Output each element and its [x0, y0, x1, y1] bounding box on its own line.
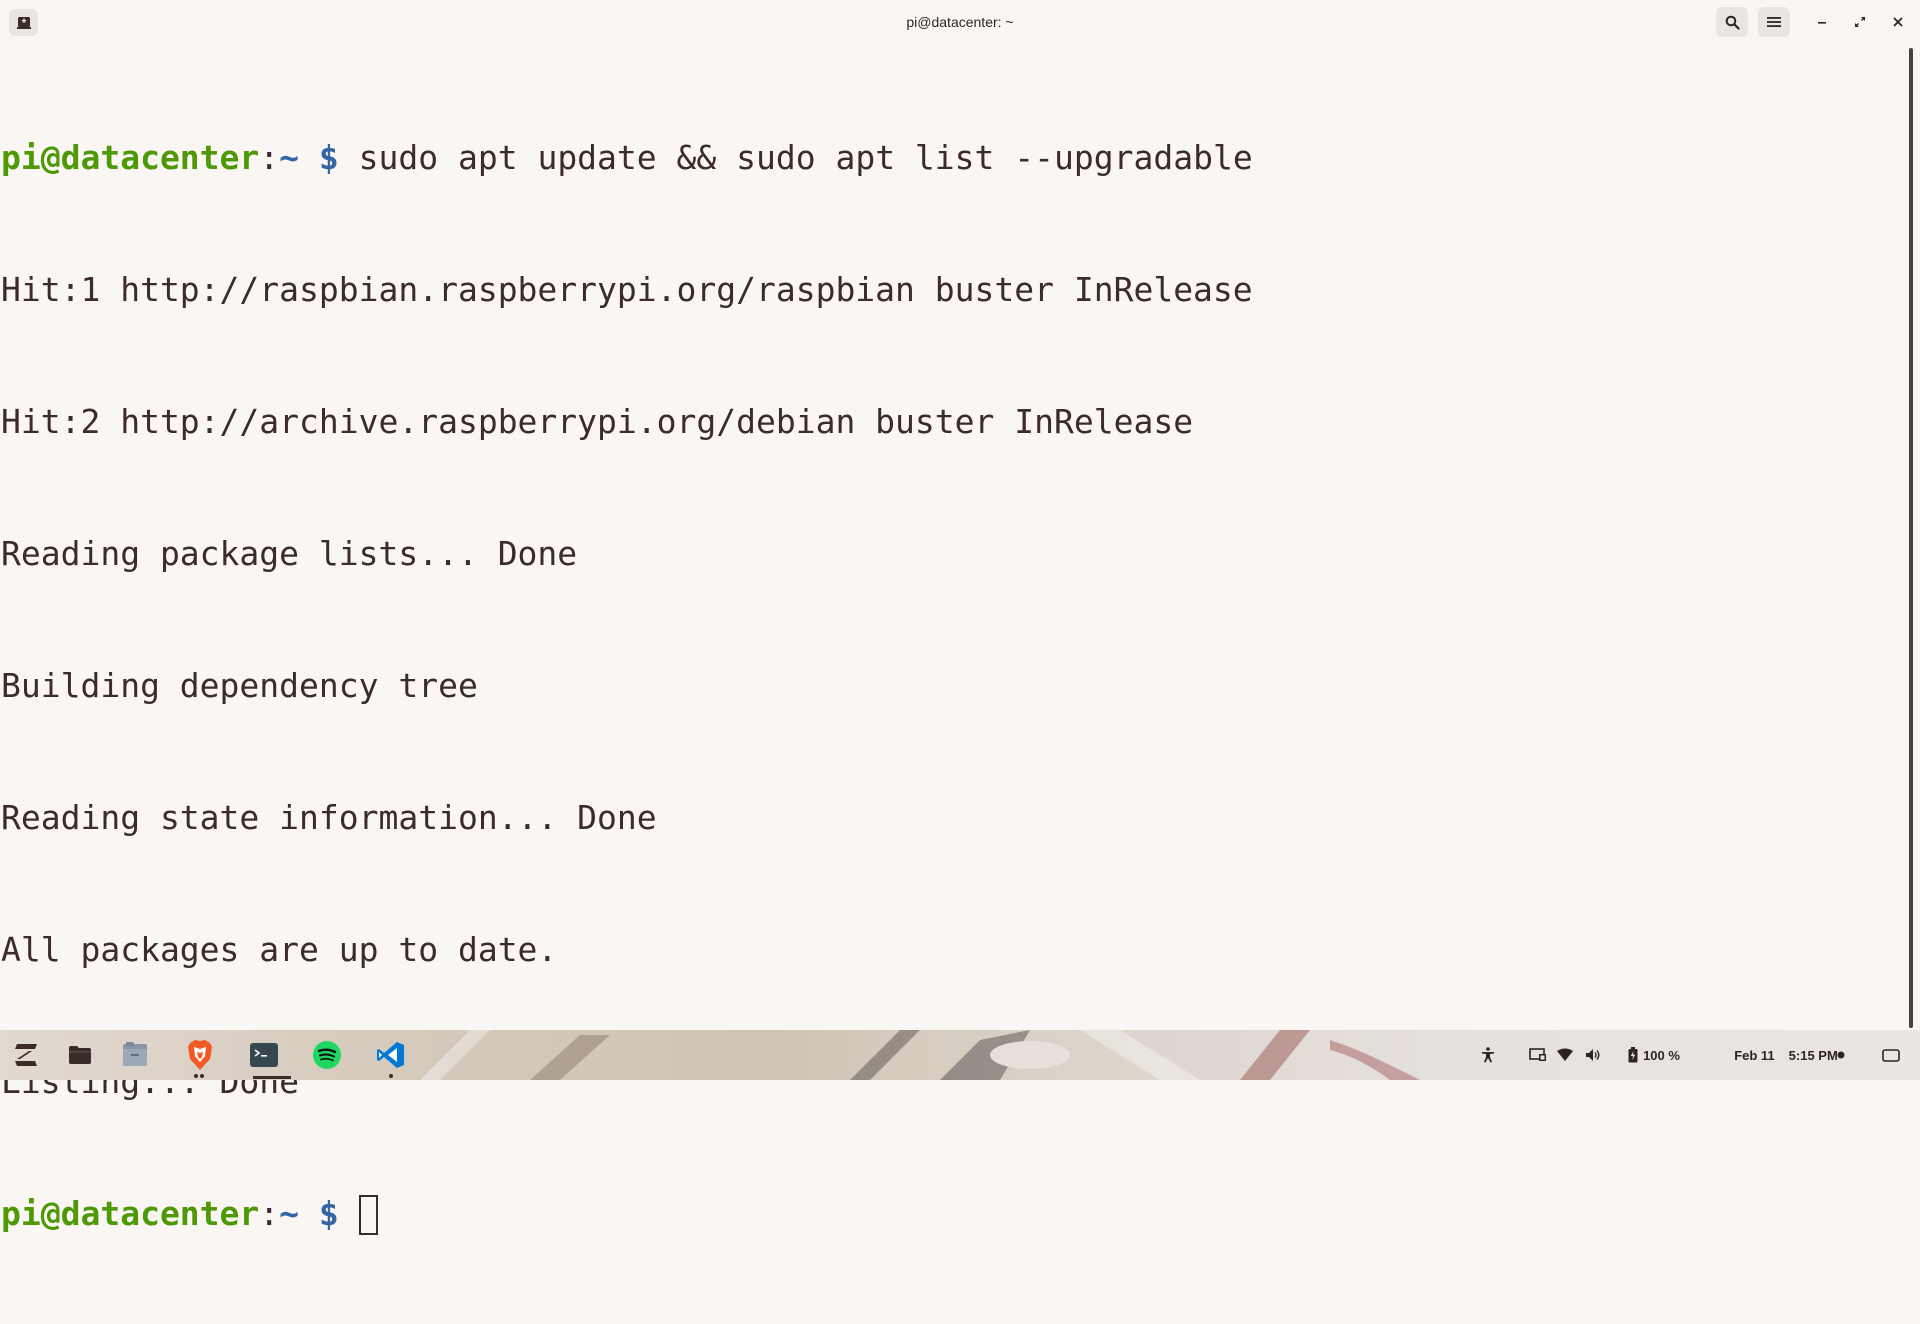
taskbar-vscode[interactable] [375, 1039, 407, 1071]
folder-icon [69, 1046, 91, 1064]
close-icon [1893, 17, 1903, 27]
output-line: Hit:2 http://archive.raspberrypi.org/deb… [1, 402, 1194, 441]
terminal-output: pi@datacenter:~ $ sudo apt update && sud… [1, 48, 1253, 1324]
prompt-path: ~ [279, 1194, 300, 1233]
file-manager-icon [123, 1042, 147, 1066]
vscode-icon [377, 1042, 404, 1068]
tray-volume[interactable] [1582, 1030, 1604, 1080]
output-line: Reading package lists... Done [1, 534, 578, 573]
active-app-indicator [253, 1076, 291, 1079]
taskbar-terminal[interactable] [248, 1039, 280, 1071]
search-icon [1725, 15, 1740, 30]
taskbar-spotify[interactable] [311, 1039, 343, 1071]
restore-button[interactable] [1846, 8, 1874, 36]
taskbar: 100 % Feb 11 5:15 PM [0, 1030, 1920, 1080]
hamburger-menu-icon [1767, 17, 1781, 27]
volume-icon [1586, 1049, 1600, 1061]
terminal-view[interactable]: pi@datacenter:~ $ sudo apt update && sud… [0, 45, 1905, 1235]
running-indicator [389, 1074, 393, 1078]
command-line: pi@datacenter:~ $ sudo apt update && sud… [1, 136, 1253, 180]
new-tab-icon [16, 16, 31, 29]
tray-accessibility[interactable] [1476, 1030, 1500, 1080]
close-button[interactable] [1884, 8, 1912, 36]
output-line: Building dependency tree [1, 666, 478, 705]
battery-level: 100 % [1643, 1047, 1680, 1063]
restore-icon [1855, 17, 1865, 27]
accessibility-icon [1482, 1047, 1494, 1063]
tray-battery[interactable]: 100 % [1612, 1030, 1696, 1080]
notification-dot-icon [1837, 1051, 1845, 1059]
zorin-menu-icon [15, 1044, 37, 1066]
battery-icon [1628, 1047, 1638, 1063]
taskbar-file-manager[interactable] [119, 1039, 151, 1071]
output-line: All packages are up to date. [1, 930, 558, 969]
new-tab-button[interactable] [9, 9, 38, 36]
search-button[interactable] [1716, 7, 1748, 37]
active-prompt-line[interactable]: pi@datacenter:~ $ [1, 1192, 1253, 1236]
brave-browser-icon [188, 1040, 212, 1070]
running-indicator [194, 1074, 198, 1078]
wifi-icon [1557, 1048, 1573, 1061]
wallpaper-decoration [420, 1030, 1420, 1080]
taskbar-files[interactable] [64, 1039, 96, 1071]
terminal-scrollbar[interactable] [1909, 48, 1913, 1028]
minimize-button[interactable] [1808, 8, 1836, 36]
menu-button[interactable] [1758, 7, 1790, 37]
prompt-colon: : [259, 138, 280, 177]
tray-network[interactable] [1554, 1030, 1576, 1080]
running-indicator [200, 1074, 204, 1078]
prompt-dollar: $ [299, 138, 359, 177]
output-line: Reading state information... Done [1, 798, 657, 837]
output-line: Hit:1 http://raspbian.raspberrypi.org/ra… [1, 270, 1253, 309]
prompt-user-host: pi@datacenter [1, 1194, 260, 1233]
date-label: Feb 11 [1734, 1047, 1775, 1063]
tray-display[interactable] [1526, 1030, 1550, 1080]
taskbar-brave[interactable] [184, 1039, 216, 1071]
zorin-menu-button[interactable] [10, 1039, 42, 1071]
spotify-icon [313, 1041, 341, 1069]
screen-share-icon [1529, 1048, 1546, 1061]
window-title: pi@datacenter: ~ [906, 14, 1014, 30]
title-bar: pi@datacenter: ~ [0, 0, 1920, 45]
prompt-dollar: $ [299, 1194, 359, 1233]
prompt-user-host: pi@datacenter [1, 138, 260, 177]
tray-notifications[interactable] [1830, 1030, 1852, 1080]
minimize-icon [1818, 22, 1826, 24]
show-desktop-icon [1882, 1048, 1900, 1062]
command-text: sudo apt update && sudo apt list --upgra… [358, 138, 1253, 177]
prompt-colon: : [259, 1194, 280, 1233]
show-desktop-button[interactable] [1876, 1030, 1906, 1080]
terminal-icon [250, 1043, 278, 1067]
prompt-path: ~ [279, 138, 300, 177]
text-cursor [358, 1195, 378, 1235]
